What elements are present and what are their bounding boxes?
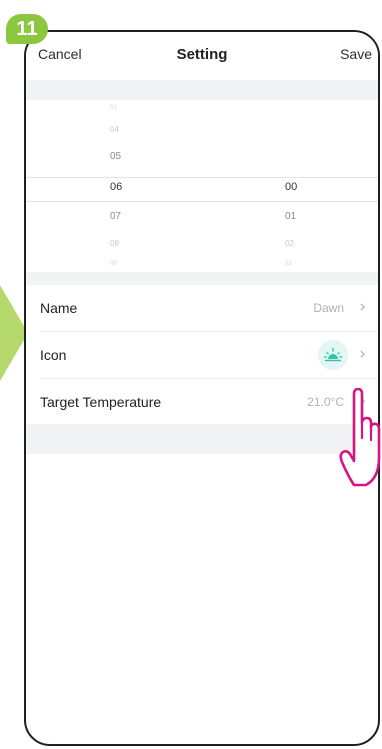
hour-option[interactable]: 05 xyxy=(110,151,170,162)
hour-option[interactable]: 08 xyxy=(110,239,170,248)
divider-band xyxy=(26,272,378,285)
sunrise-icon xyxy=(318,340,348,370)
divider-band xyxy=(26,424,378,454)
minute-option[interactable]: 02 xyxy=(285,239,345,248)
name-label: Name xyxy=(40,300,78,316)
page-title: Setting xyxy=(176,46,228,63)
minute-option[interactable]: 03 xyxy=(285,261,345,267)
target-temperature-row[interactable]: Target Temperature 21.0°C › xyxy=(40,379,378,425)
tap-hand-icon xyxy=(339,388,381,487)
target-temperature-label: Target Temperature xyxy=(40,394,162,410)
divider-band xyxy=(26,80,378,100)
name-value: Dawn xyxy=(313,301,344,315)
picker-selection-top-line xyxy=(26,177,378,178)
time-picker[interactable]: 03 04 05 06 07 08 09 00 01 02 03 xyxy=(26,100,378,272)
phone-screen: Cancel Setting Save 03 04 05 06 07 08 09… xyxy=(24,30,380,746)
name-row[interactable]: Name Dawn › xyxy=(40,285,378,332)
chevron-right-icon: › xyxy=(359,297,366,317)
hour-option[interactable]: 04 xyxy=(110,125,170,134)
icon-row[interactable]: Icon › xyxy=(40,332,378,379)
nav-header: Cancel Setting Save xyxy=(26,32,378,80)
tutorial-canvas: 11 Cancel Setting Save 03 04 05 06 07 08… xyxy=(0,0,382,749)
icon-label: Icon xyxy=(40,347,67,363)
minute-selected[interactable]: 00 xyxy=(285,181,345,193)
save-button[interactable]: Save xyxy=(340,46,372,62)
minute-option[interactable]: 01 xyxy=(285,211,345,222)
hour-option[interactable]: 03 xyxy=(110,105,170,111)
picker-selection-bottom-line xyxy=(26,201,378,202)
step-number-badge: 11 xyxy=(6,14,48,44)
settings-list: Name Dawn › Icon › Target Temperature 21… xyxy=(26,285,378,425)
hour-option[interactable]: 09 xyxy=(110,261,170,267)
hour-selected[interactable]: 06 xyxy=(110,181,170,193)
hour-option[interactable]: 07 xyxy=(110,211,170,222)
chevron-right-icon: › xyxy=(359,344,366,364)
